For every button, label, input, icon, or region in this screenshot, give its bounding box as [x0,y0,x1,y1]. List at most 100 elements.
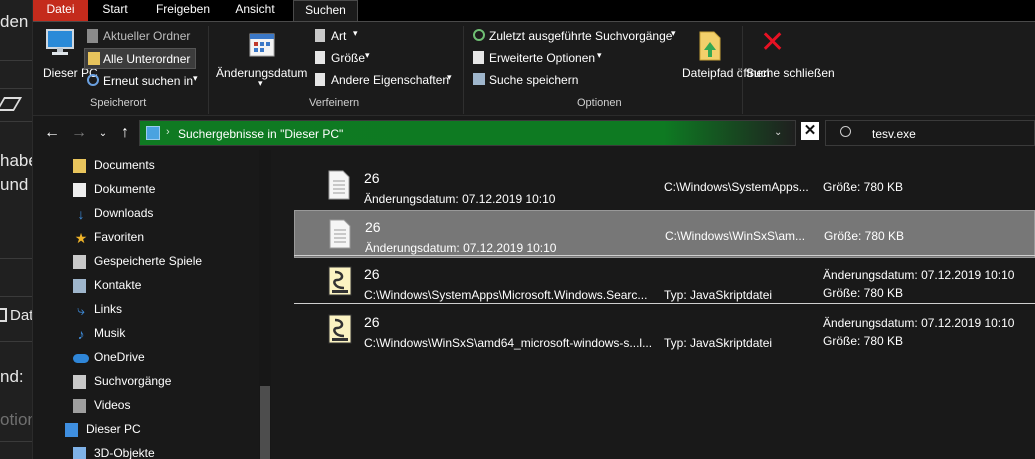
divider [0,60,32,61]
forward-arrow-icon[interactable]: → [69,124,89,142]
nav-item-dokumente[interactable]: Dokumente [33,178,255,202]
tab-search[interactable]: Suchen [293,0,358,22]
search-again-icon [87,74,99,86]
all-subfolders-label: Alle Unterordner [103,52,191,66]
divider [463,26,464,114]
advanced-options-button[interactable]: Erweiterte Optionen ▾ [471,49,611,67]
all-subfolders-button[interactable]: Alle Unterordner [84,48,196,69]
address-text: Suchergebnisse in "Dieser PC" [178,127,344,141]
result-type: Typ: JavaSkriptdatei [664,288,773,302]
history-icon [473,29,485,41]
result-row[interactable]: 26 Änderungsdatum: 07.12.2019 10:10 C:\Win… [294,210,1035,258]
tab-share[interactable]: Freigeben [148,0,218,21]
tab-start[interactable]: Start [93,0,137,21]
size-button[interactable]: Größe ▾ [313,49,383,67]
nav-item-3d-objekte[interactable]: 3D-Objekte [33,442,255,459]
background-text: Dat [10,307,33,324]
nav-item-favoriten[interactable]: ★ Favoriten [33,226,255,250]
nav-item-links[interactable]: ⤷ Links [33,298,255,322]
document-icon [73,183,86,197]
nav-item-documents[interactable]: Documents [33,154,255,178]
divider [0,121,32,122]
nav-item-label: Suchvorgänge [94,374,172,388]
chevron-down-icon: ▾ [597,50,602,60]
search-again-button[interactable]: Erneut suchen in ▾ [85,71,210,91]
search-results-list: 26 Änderungsdatum: 07.12.2019 10:10 C:\Win… [294,150,1035,459]
search-icon [840,126,851,137]
result-row[interactable]: 26 Änderungsdatum: 07.12.2019 10:10 C:\Win… [294,162,1035,210]
advanced-options-label: Erweiterte Optionen [489,51,596,65]
chevron-down-icon: ▾ [193,73,198,83]
result-path: C:\Windows\SystemApps\Microsoft.Windows.… [364,288,648,302]
nav-item-kontakte[interactable]: Kontakte [33,274,255,298]
nav-item-gespeicherte-spiele[interactable]: Gespeicherte Spiele [33,250,255,274]
result-row[interactable]: 26 C:\Windows\SystemApps\Microsoft.Window… [294,258,1035,306]
nav-item-label: Documents [94,158,155,172]
nav-item-label: Favoriten [94,230,145,244]
back-arrow-icon[interactable]: ← [42,124,62,142]
music-icon: ♪ [77,326,85,342]
result-date-modified: Änderungsdatum: 07.12.2019 10:10 [823,268,1015,282]
text-file-icon [328,170,350,200]
divider [208,26,209,114]
advanced-options-icon [473,51,484,64]
save-search-button[interactable]: Suche speichern [471,71,591,89]
nav-item-onedrive[interactable]: OneDrive [33,346,255,370]
recent-searches-button[interactable]: Zuletzt ausgeführte Suchvorgänge ▾ [471,27,681,45]
background-text: otion [0,410,32,429]
date-modified-button[interactable]: Änderungsdatum ▾ [216,28,308,92]
kind-button[interactable]: Art ▾ [313,27,373,45]
options-group-label: Optionen [577,97,622,109]
background-text: und [0,175,29,194]
chevron-down-icon: ▾ [353,28,358,38]
search-again-label: Erneut suchen in [103,74,194,88]
nav-item-label: Videos [94,398,131,412]
nav-item-dieser-pc[interactable]: Dieser PC [33,418,255,442]
nav-item-videos[interactable]: Videos [33,394,255,418]
script-file-icon [328,314,352,344]
tab-file[interactable]: Datei [33,0,88,21]
chevron-down-icon[interactable]: ⌄ [93,128,113,139]
current-folder-button[interactable]: Aktueller Ordner [85,27,195,45]
search-results-icon [146,126,160,140]
open-file-location-button[interactable]: Dateipfad öffnen [678,28,770,92]
up-arrow-icon[interactable]: ↑ [115,124,135,142]
this-pc-button[interactable]: Dieser PC [39,26,98,90]
close-search-button[interactable]: ✕ Suche schließen [746,28,835,92]
nav-item-label: 3D-Objekte [94,446,155,459]
nav-item-label: Downloads [94,206,154,220]
size-icon [315,51,325,64]
divider [0,441,32,442]
computer-icon [65,423,78,437]
other-properties-button[interactable]: Andere Eigenschaften ▾ [313,71,463,89]
ribbon-tabs: Datei Start Freigeben Ansicht Suchen [33,0,1035,22]
chevron-down-icon[interactable]: ⌄ [774,127,782,138]
result-date-modified: Änderungsdatum: 07.12.2019 10:10 [364,192,556,206]
current-folder-label: Aktueller Ordner [103,29,191,43]
nav-item-downloads[interactable]: ↓ Downloads [33,202,255,226]
search-icon [73,375,86,389]
cloud-icon [73,354,89,363]
address-bar[interactable]: › Suchergebnisse in "Dieser PC" ⌄ [139,120,796,146]
divider [294,255,1035,256]
nav-scrollbar-thumb[interactable] [260,386,270,459]
contacts-icon [73,279,86,293]
tab-view[interactable]: Ansicht [227,0,283,21]
search-input[interactable]: tesv.exe [825,120,1035,146]
result-row[interactable]: 26 C:\Windows\WinSxS\amd64_microsoft-wind… [294,306,1035,354]
save-icon [473,73,485,85]
nav-item-musik[interactable]: ♪ Musik [33,322,255,346]
nav-item-suchvorgänge[interactable]: Suchvorgänge [33,370,255,394]
divider [0,341,32,342]
navigation-pane: Documents Dokumente ↓ Downloads ★ Favoriten Ge… [33,150,273,459]
result-name: 26 [364,314,380,330]
result-folder: C:\Windows\WinSxS\am... [665,229,806,243]
result-name: 26 [364,170,380,186]
properties-icon [315,73,325,86]
search-input-value: tesv.exe [872,127,916,141]
address-row: ← → ⌄ ↑ › Suchergebnisse in "Dieser PC" … [33,116,1035,150]
clear-search-button[interactable]: ✕ [801,122,819,140]
chevron-down-icon: ▾ [447,72,452,82]
breadcrumb-chevron-icon: › [166,126,170,138]
save-search-label: Suche speichern [489,73,579,87]
